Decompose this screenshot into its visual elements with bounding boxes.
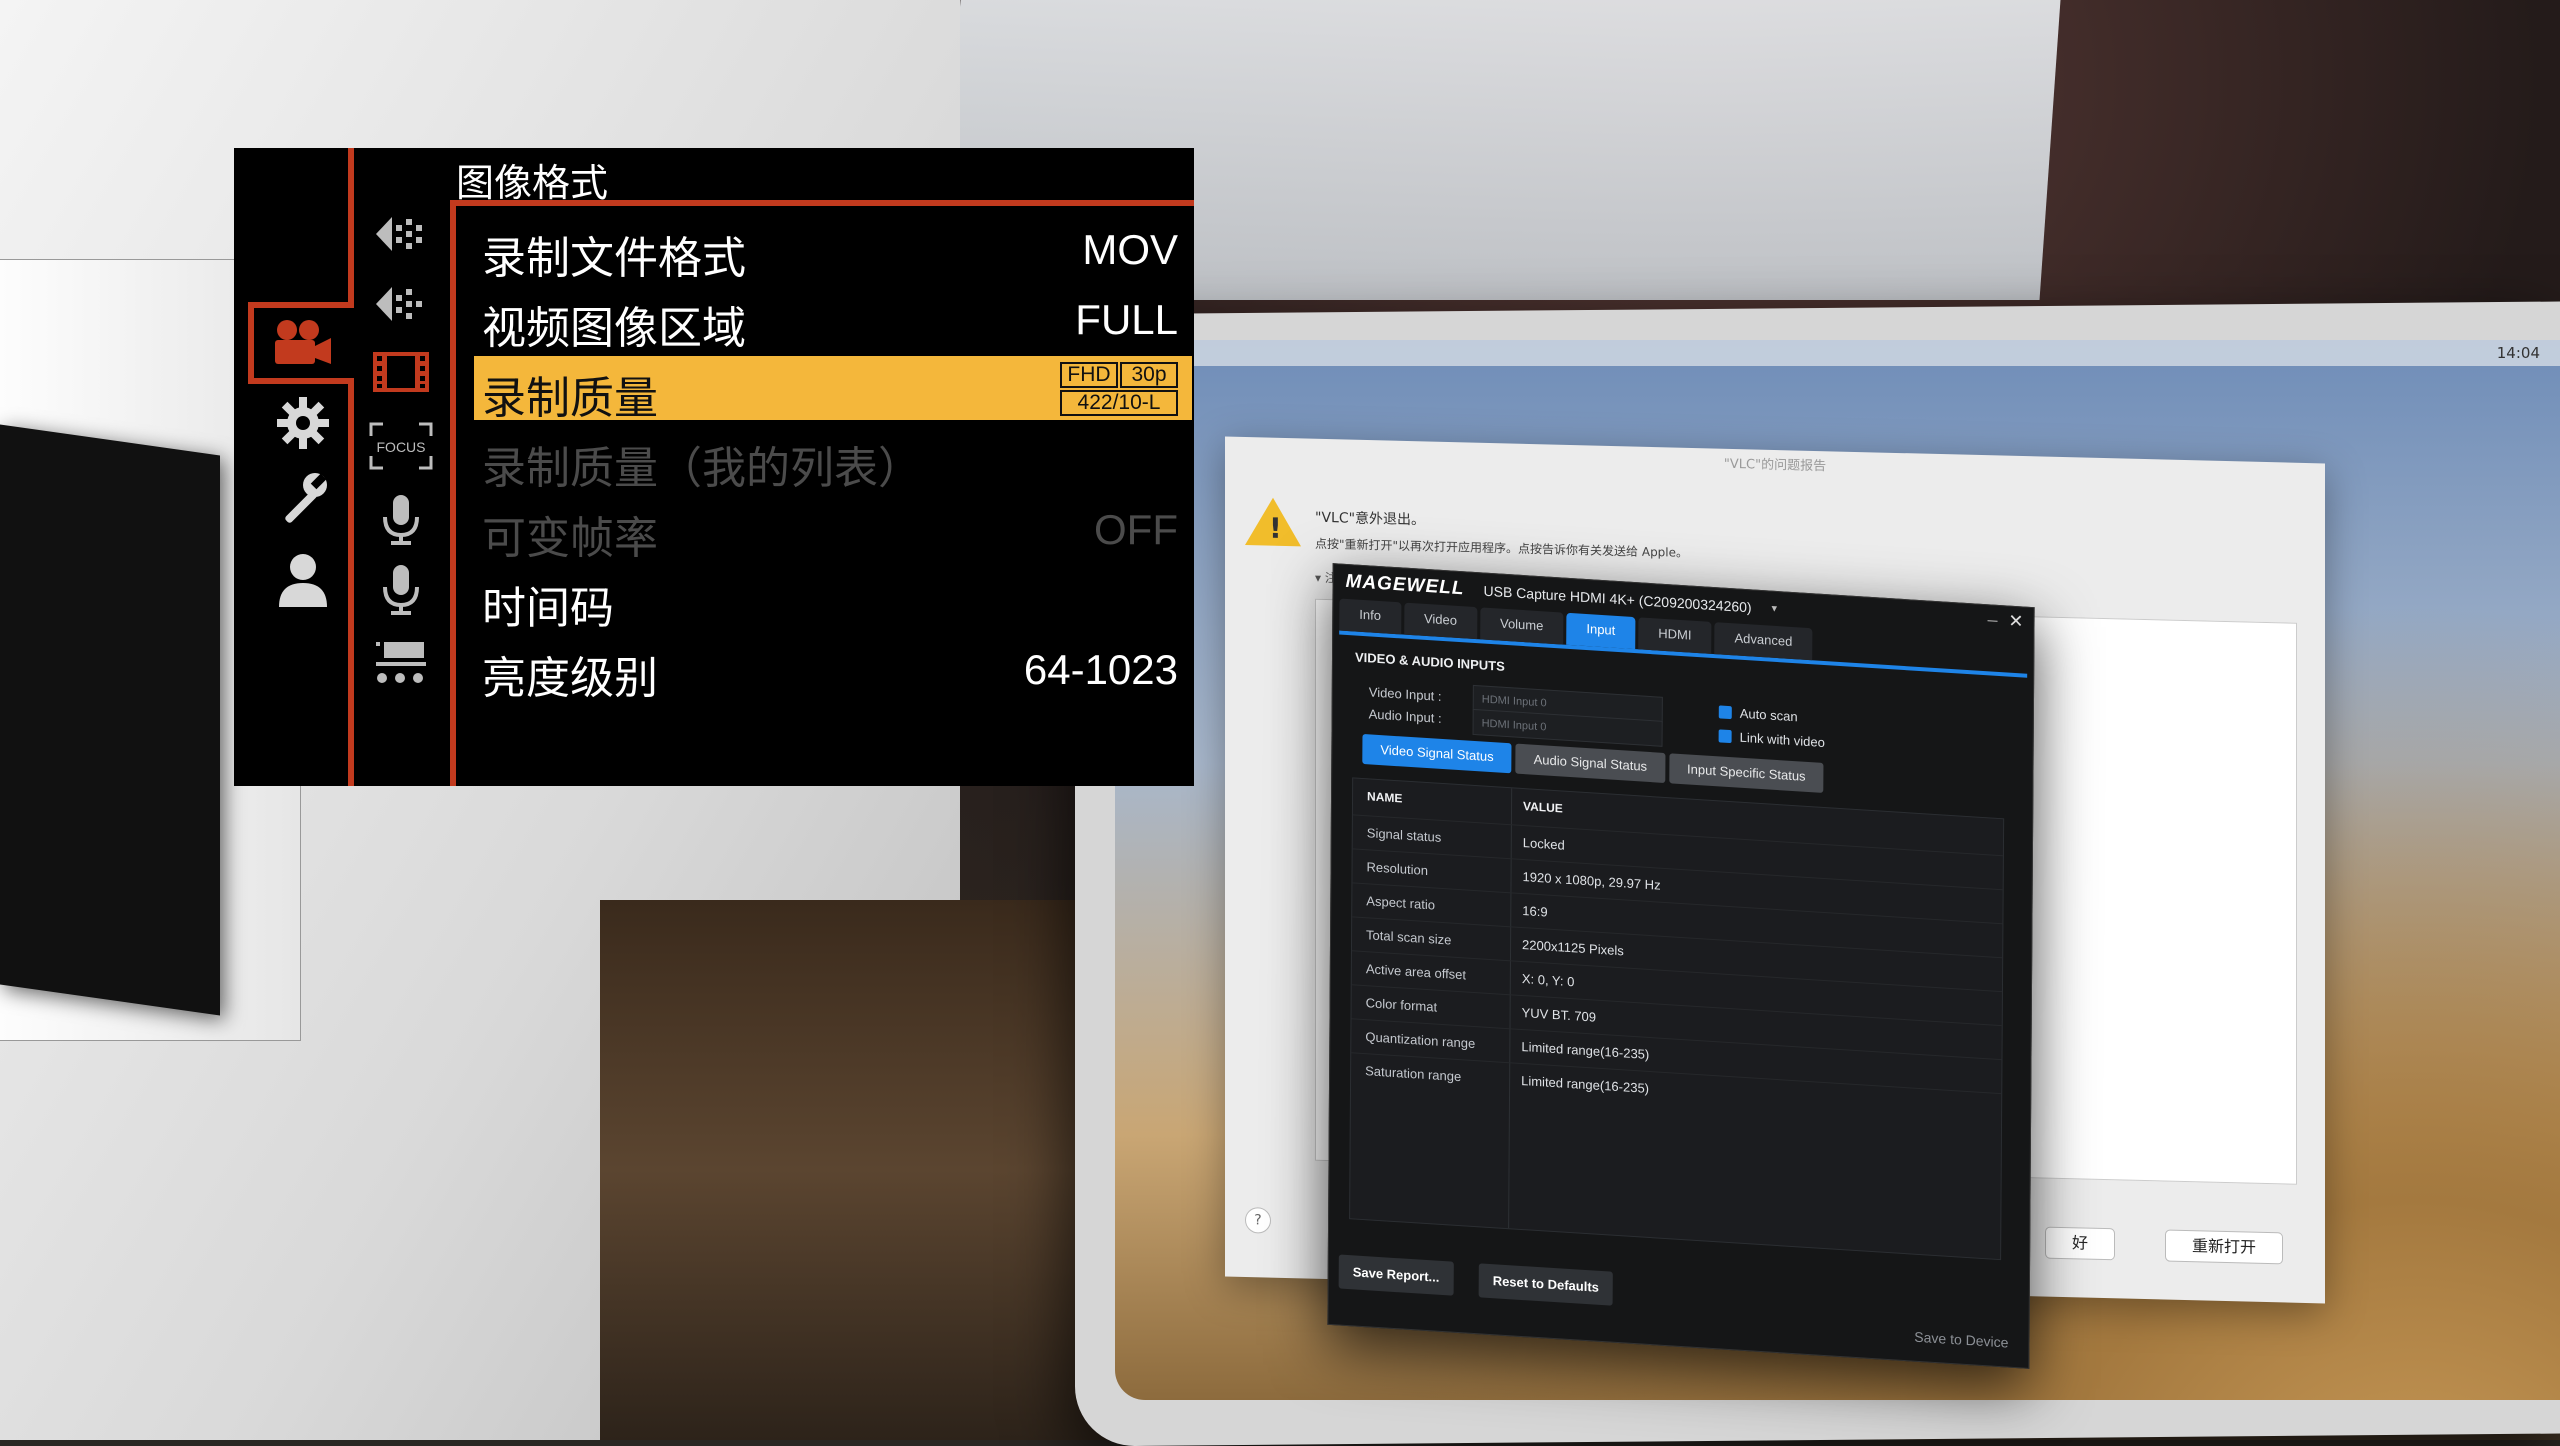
row-value: Locked <box>1522 835 1565 853</box>
warning-exclamation: ! <box>1269 511 1282 545</box>
mac-menubar: 14:04 <box>1115 340 2560 366</box>
row-name: Resolution <box>1366 859 1429 879</box>
menu-item-record-file-format[interactable]: 录制文件格式 MOV <box>474 216 1192 284</box>
help-button[interactable]: ? <box>1245 1207 1271 1234</box>
header-value: VALUE <box>1523 799 1563 816</box>
reset-to-defaults-button[interactable]: Reset to Defaults <box>1478 1263 1614 1306</box>
badge-codec: 422/10-L <box>1060 390 1178 416</box>
subtab-audio-signal-status[interactable]: Audio Signal Status <box>1515 743 1666 783</box>
menu-item-label: 时间码 <box>482 583 614 634</box>
save-report-button[interactable]: Save Report... <box>1338 1254 1454 1296</box>
auto-scan-label: Auto scan <box>1739 705 1798 725</box>
badge-framerate: 30p <box>1120 362 1178 388</box>
tab-volume[interactable]: Volume <box>1479 607 1564 645</box>
film-strip-icon[interactable] <box>364 344 438 400</box>
microphone-2-icon[interactable] <box>364 562 438 618</box>
crash-dialog-title: "VLC"的问题报告 <box>1723 456 1827 475</box>
menu-item-luminance-level[interactable]: 亮度级别 64-1023 <box>474 636 1192 704</box>
tab-hdmi[interactable]: HDMI <box>1638 617 1712 654</box>
menu-item-label: 可变帧率 <box>482 513 658 564</box>
camera-menu: 图像格式 FOCUS 录制文件格式 MOV 视频图像区域 FULL 录制质量 F… <box>234 148 1194 786</box>
menu-accent-line <box>348 148 354 308</box>
menu-accent-line <box>348 378 354 786</box>
link-with-video-label: Link with video <box>1739 729 1825 751</box>
menu-item-label: 录制质量 <box>482 373 658 424</box>
menu-item-image-area[interactable]: 视频图像区域 FULL <box>474 286 1192 354</box>
row-value: X: 0, Y: 0 <box>1521 970 1575 990</box>
rec-quality-badge: FHD 30p 422/10-L <box>1060 362 1178 416</box>
menu-item-value: 64-1023 <box>1023 646 1178 693</box>
menu-item-label: 亮度级别 <box>482 653 658 704</box>
auto-scan-checkbox[interactable]: Auto scan <box>1718 704 1798 725</box>
menu-item-value: OFF <box>1094 506 1178 553</box>
checkbox-checked-icon <box>1718 705 1732 720</box>
menu-item-timecode[interactable]: 时间码 <box>474 566 1192 634</box>
tab-advanced[interactable]: Advanced <box>1714 622 1813 661</box>
exposure-mode-2-icon[interactable] <box>364 276 438 332</box>
row-value: 1920 x 1080p, 29.97 Hz <box>1522 869 1661 893</box>
menu-accent-line <box>248 302 254 384</box>
badge-resolution: FHD <box>1060 362 1118 388</box>
menu-item-label: 录制文件格式 <box>482 233 746 284</box>
header-name: NAME <box>1367 789 1403 806</box>
row-name: Total scan size <box>1366 927 1452 948</box>
tab-video[interactable]: Video <box>1403 602 1478 640</box>
link-with-video-checkbox[interactable]: Link with video <box>1718 728 1825 751</box>
subtab-input-specific-status[interactable]: Input Specific Status <box>1668 753 1824 793</box>
reopen-button[interactable]: 重新打开 <box>2165 1229 2284 1265</box>
menu-item-label: 录制质量（我的列表） <box>482 443 922 494</box>
custom-panel-icon[interactable] <box>364 634 438 690</box>
section-title: VIDEO & AUDIO INPUTS <box>1354 649 1505 674</box>
movie-camera-icon[interactable] <box>258 308 348 378</box>
person-icon[interactable] <box>258 544 348 614</box>
focus-icon[interactable]: FOCUS <box>364 418 438 474</box>
row-name: Quantization range <box>1365 1029 1476 1052</box>
crash-message: "VLC"意外退出。 <box>1315 509 1426 529</box>
row-name: Color format <box>1365 995 1438 1015</box>
tab-info[interactable]: Info <box>1339 598 1402 635</box>
gear-icon[interactable] <box>258 388 348 458</box>
menu-item-variable-frame-rate: 可变帧率 OFF <box>474 496 1192 564</box>
background-left-magewell-window <box>0 424 220 1016</box>
menu-accent-line <box>450 204 456 786</box>
wrench-icon[interactable] <box>258 464 348 534</box>
magewell-window: MAGEWELL USB Capture HDMI 4K+ (C20920032… <box>1327 563 2035 1369</box>
device-dropdown-caret-icon[interactable]: ▾ <box>1771 602 1777 615</box>
minimize-button[interactable]: – <box>1987 609 1997 631</box>
menu-accent-line <box>248 378 354 384</box>
menu-item-label: 视频图像区域 <box>482 303 746 354</box>
crash-detail: 点按"重新打开"以再次打开应用程序。点按告诉你有关发送给 Apple。 <box>1315 536 1689 560</box>
close-button[interactable]: ✕ <box>2008 611 2023 633</box>
menu-item-value: MOV <box>1082 226 1178 273</box>
row-value: 16:9 <box>1522 903 1548 920</box>
ok-button[interactable]: 好 <box>2045 1226 2116 1261</box>
mac-menubar-clock: 14:04 <box>2496 344 2540 362</box>
microphone-icon[interactable] <box>364 492 438 548</box>
exposure-mode-icon[interactable] <box>364 206 438 262</box>
save-to-device-button[interactable]: Save to Device <box>1914 1329 2008 1351</box>
signal-status-table: NAME VALUE Signal status Locked Resoluti… <box>1349 777 2005 1261</box>
row-value: Limited range(16-235) <box>1521 1072 1650 1096</box>
row-name: Signal status <box>1366 825 1442 845</box>
row-name: Active area offset <box>1365 961 1467 983</box>
svg-text:FOCUS: FOCUS <box>377 439 426 455</box>
row-name: Saturation range <box>1365 1063 1462 1085</box>
menu-item-rec-quality[interactable]: 录制质量 FHD 30p 422/10-L <box>474 356 1192 424</box>
checkbox-checked-icon <box>1718 729 1732 744</box>
menu-item-value: FULL <box>1075 296 1178 343</box>
camera-menu-title: 图像格式 <box>456 161 609 205</box>
tab-input[interactable]: Input <box>1566 612 1636 650</box>
row-value: YUV BT. 709 <box>1521 1004 1597 1025</box>
magewell-logo: MAGEWELL <box>1345 570 1465 600</box>
row-value: Limited range(16-235) <box>1521 1038 1650 1063</box>
menu-item-rec-quality-my-list: 录制质量（我的列表） <box>474 426 1192 494</box>
subtab-video-signal-status[interactable]: Video Signal Status <box>1362 733 1512 774</box>
row-value: 2200x1125 Pixels <box>1522 937 1624 959</box>
video-input-label: Video Input : <box>1368 684 1442 704</box>
audio-input-label: Audio Input : <box>1368 706 1442 726</box>
row-name: Aspect ratio <box>1366 893 1436 913</box>
